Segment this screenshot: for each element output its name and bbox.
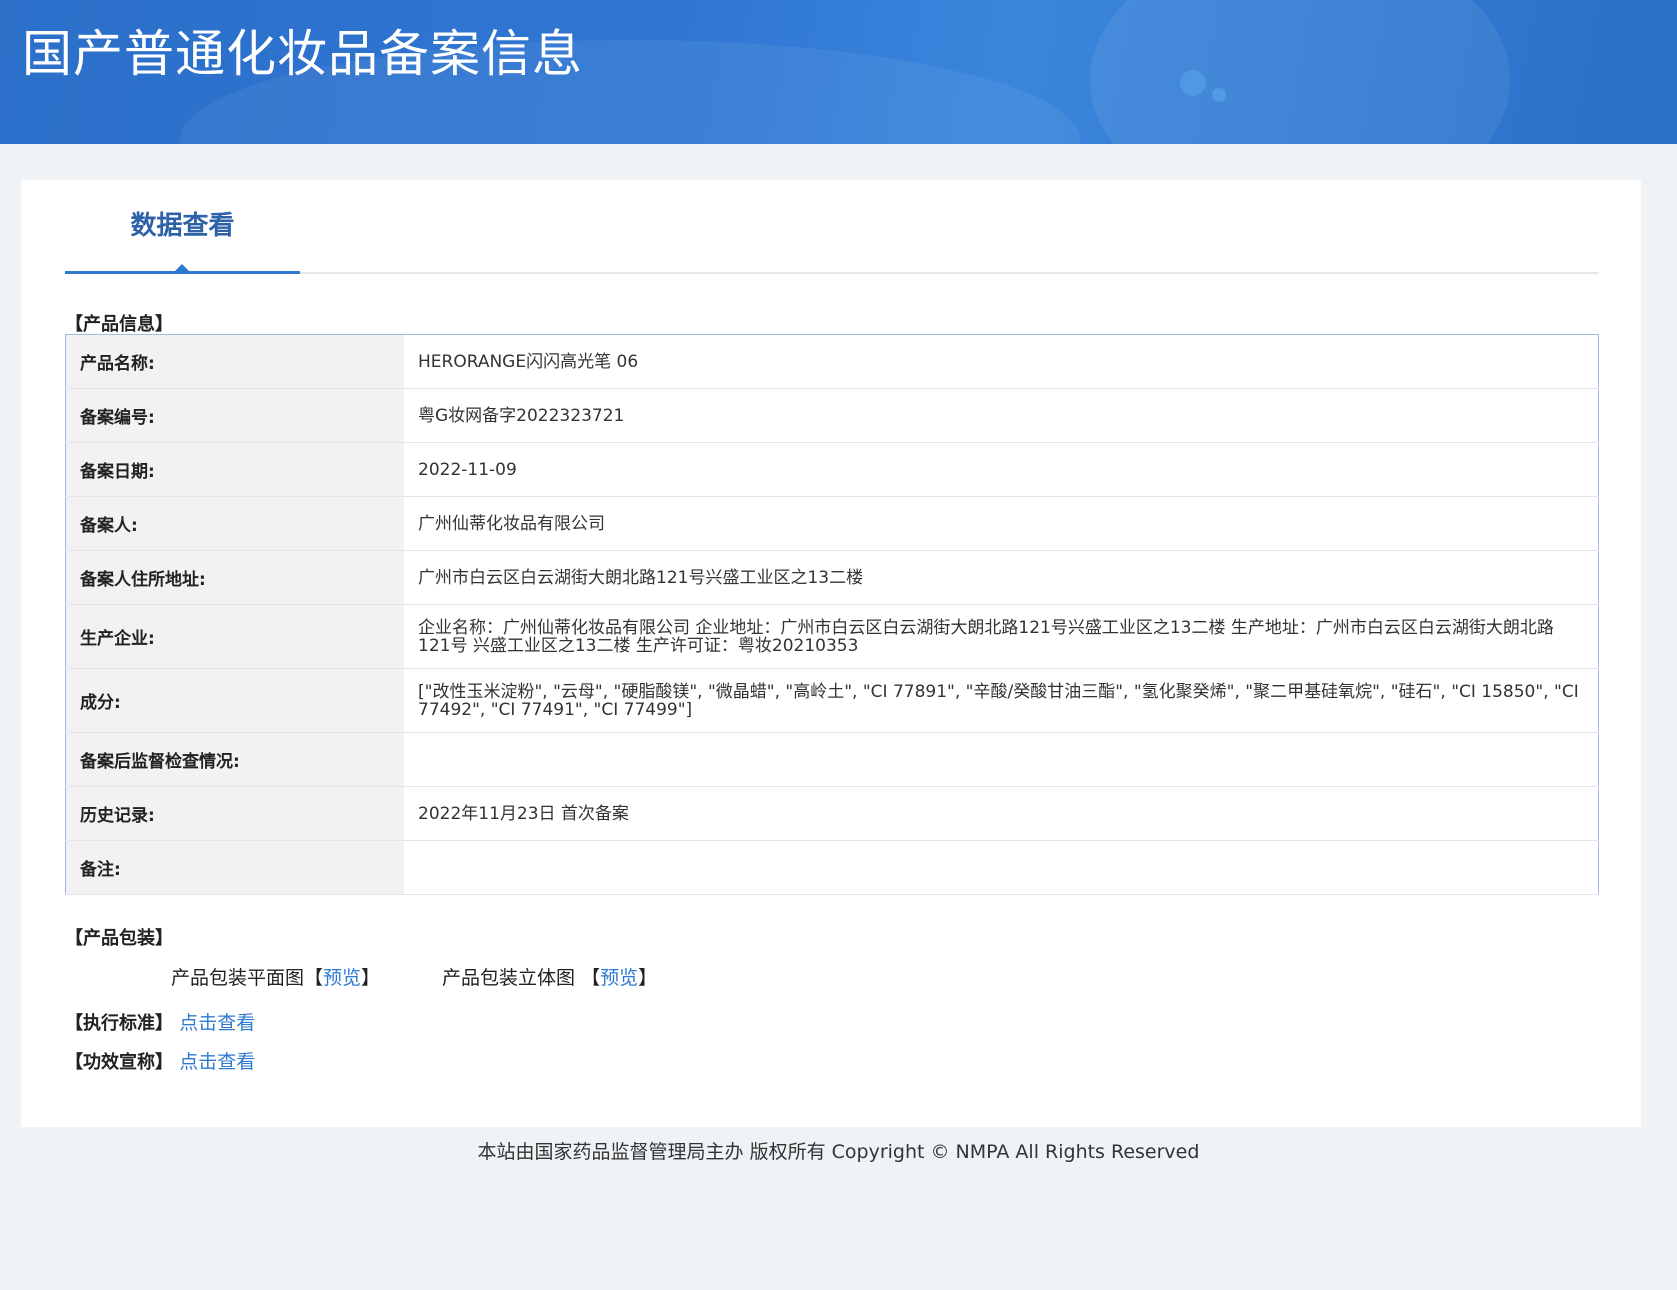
standard-row: 【执行标准】 点击查看 — [65, 1008, 255, 1035]
header-banner: 国产普通化妆品备案信息 — [0, 0, 1677, 144]
row-label: 备注: — [65, 840, 404, 895]
row-value: 粤G妆网备字2022323721 — [404, 388, 1599, 443]
row-label: 历史记录: — [65, 786, 404, 841]
preview-solid-link[interactable]: 预览 — [600, 967, 638, 989]
row-value — [404, 732, 1599, 787]
row-label: 备案日期: — [65, 442, 404, 497]
packaging-solid-label: 产品包装立体图 — [442, 967, 576, 989]
standard-view-link[interactable]: 点击查看 — [179, 1012, 255, 1034]
table-row: 备案人住所地址: 广州市白云区白云湖街大朗北路121号兴盛工业区之13二楼 — [65, 550, 1599, 605]
tab-arrow-icon — [174, 264, 190, 272]
section-title-packaging: 【产品包装】 — [65, 928, 173, 949]
tab-data-view[interactable]: 数据查看 — [65, 180, 300, 273]
section-title-product-info: 【产品信息】 — [65, 314, 173, 335]
table-row: 备案日期: 2022-11-09 — [65, 442, 1599, 497]
row-value: ["改性玉米淀粉", "云母", "硬脂酸镁", "微晶蜡", "高岭土", "… — [404, 668, 1599, 733]
row-value: 2022年11月23日 首次备案 — [404, 786, 1599, 841]
row-label: 备案人: — [65, 496, 404, 551]
product-info-table: 产品名称: HERORANGE闪闪高光笔 06 备案编号: 粤G妆网备字2022… — [65, 334, 1599, 895]
table-row: 历史记录: 2022年11月23日 首次备案 — [65, 786, 1599, 841]
packaging-flat-item: 产品包装平面图【预览】 — [171, 963, 380, 990]
row-label: 成分: — [65, 668, 404, 733]
table-row: 生产企业: 企业名称：广州仙蒂化妆品有限公司 企业地址：广州市白云区白云湖街大朗… — [65, 604, 1599, 669]
preview-flat-link[interactable]: 预览 — [323, 967, 361, 989]
table-row: 备案编号: 粤G妆网备字2022323721 — [65, 388, 1599, 443]
banner-decoration — [1180, 70, 1206, 96]
row-label: 生产企业: — [65, 604, 404, 669]
bracket-close: 】 — [361, 967, 381, 989]
content-panel: 数据查看 【产品信息】 产品名称: HERORANGE闪闪高光笔 06 备案编号… — [21, 180, 1641, 1127]
table-row: 产品名称: HERORANGE闪闪高光笔 06 — [65, 334, 1599, 389]
row-label: 备案人住所地址: — [65, 550, 404, 605]
banner-decoration — [1090, 0, 1510, 144]
table-row: 备案后监督检查情况: — [65, 732, 1599, 787]
row-label: 产品名称: — [65, 334, 404, 389]
efficacy-view-link[interactable]: 点击查看 — [179, 1051, 255, 1073]
row-value: 广州仙蒂化妆品有限公司 — [404, 496, 1599, 551]
table-row: 备注: — [65, 840, 1599, 895]
packaging-flat-label: 产品包装平面图 — [171, 967, 305, 989]
row-value: 企业名称：广州仙蒂化妆品有限公司 企业地址：广州市白云区白云湖街大朗北路121号… — [404, 604, 1599, 669]
row-value: 广州市白云区白云湖街大朗北路121号兴盛工业区之13二楼 — [404, 550, 1599, 605]
row-label: 备案编号: — [65, 388, 404, 443]
efficacy-row: 【功效宣称】 点击查看 — [65, 1047, 255, 1074]
table-row: 备案人: 广州仙蒂化妆品有限公司 — [65, 496, 1599, 551]
table-row: 成分: ["改性玉米淀粉", "云母", "硬脂酸镁", "微晶蜡", "高岭土… — [65, 668, 1599, 733]
bracket-open: 【 — [304, 967, 324, 989]
row-value — [404, 840, 1599, 895]
bracket-close: 】 — [638, 967, 658, 989]
bracket-open: 【 — [581, 967, 601, 989]
row-label: 备案后监督检查情况: — [65, 732, 404, 787]
packaging-solid-item: 产品包装立体图 【预览】 — [442, 963, 657, 990]
tab-bar: 数据查看 — [65, 180, 1599, 275]
page-title: 国产普通化妆品备案信息 — [22, 25, 583, 83]
row-value: 2022-11-09 — [404, 442, 1599, 497]
footer-copyright: 本站由国家药品监督管理局主办 版权所有 Copyright © NMPA All… — [477, 1141, 1200, 1163]
row-value: HERORANGE闪闪高光笔 06 — [404, 334, 1599, 389]
section-title-efficacy: 【功效宣称】 — [65, 1052, 173, 1073]
banner-decoration — [1212, 88, 1226, 102]
section-title-standard: 【执行标准】 — [65, 1013, 173, 1034]
